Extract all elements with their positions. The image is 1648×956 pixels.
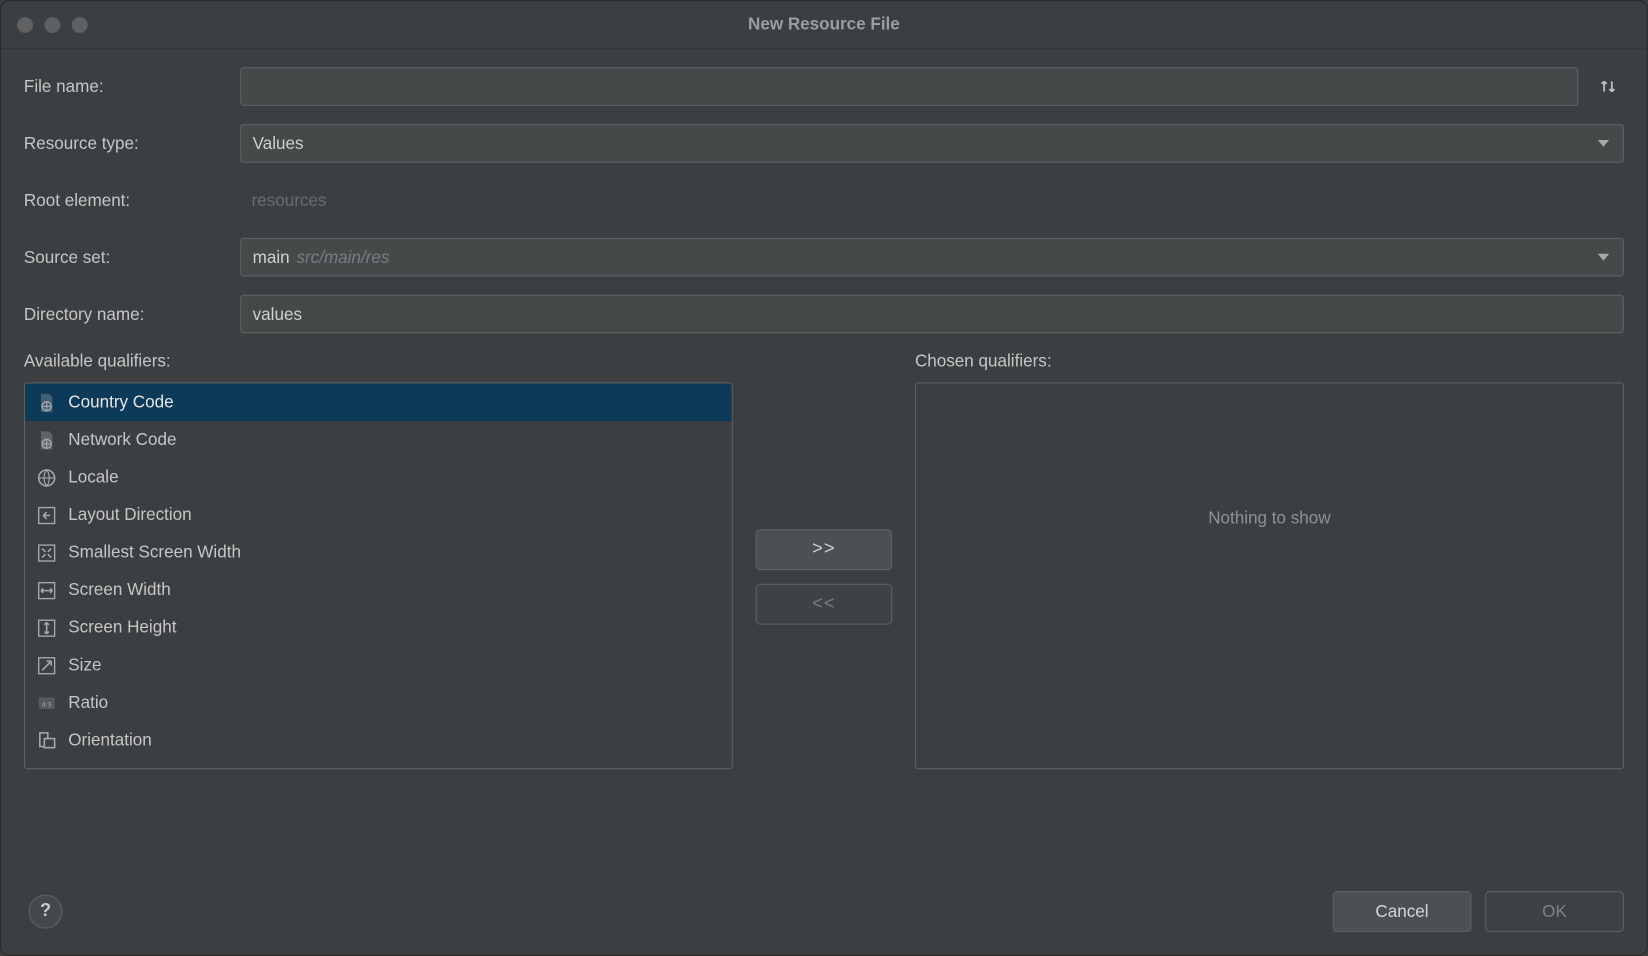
- qualifier-item[interactable]: Smallest Screen Width: [25, 534, 732, 572]
- resource-type-label: Resource type:: [24, 134, 240, 153]
- new-resource-file-dialog: New Resource File File name: Resource ty…: [0, 0, 1648, 956]
- available-qualifiers-label: Available qualifiers:: [24, 352, 733, 371]
- ok-button[interactable]: OK: [1485, 891, 1624, 932]
- dialog-footer: ? Cancel OK: [1, 882, 1647, 955]
- cancel-button[interactable]: Cancel: [1333, 891, 1472, 932]
- resource-type-select[interactable]: Values: [240, 124, 1624, 163]
- qualifier-item[interactable]: Orientation: [25, 721, 732, 759]
- chosen-qualifiers-list[interactable]: Nothing to show: [915, 382, 1624, 769]
- file-name-input-wrap: [240, 67, 1578, 106]
- qualifier-item[interactable]: 4:3 Ratio: [25, 684, 732, 722]
- qualifier-item-label: Smallest Screen Width: [68, 543, 241, 562]
- directory-name-label: Directory name:: [24, 304, 240, 323]
- source-set-label: Source set:: [24, 248, 240, 267]
- qualifier-item[interactable]: Screen Width: [25, 571, 732, 609]
- dialog-body: File name: Resource type: Values Root el…: [1, 49, 1647, 786]
- source-set-select[interactable]: main src/main/res: [240, 238, 1624, 277]
- chosen-qualifiers-label: Chosen qualifiers:: [915, 352, 1624, 371]
- resource-type-value: Values: [253, 134, 304, 153]
- resize-icon: [36, 655, 56, 675]
- file-name-label: File name:: [24, 77, 240, 96]
- dialog-title: New Resource File: [1, 15, 1647, 34]
- qualifier-item[interactable]: Size: [25, 646, 732, 684]
- orient-icon: [36, 730, 56, 750]
- chevron-down-icon: [1598, 254, 1609, 261]
- globe-icon: [36, 467, 56, 487]
- arrows-h-icon: [36, 580, 56, 600]
- source-set-main: main: [253, 248, 290, 267]
- help-button[interactable]: ?: [28, 894, 62, 928]
- chosen-empty-text: Nothing to show: [1208, 509, 1330, 528]
- sort-toggle-button[interactable]: [1592, 71, 1624, 103]
- source-set-sub: src/main/res: [296, 248, 389, 267]
- svg-text:4:3: 4:3: [42, 701, 52, 708]
- directory-name-input-wrap: [240, 295, 1624, 334]
- arrows-v-icon: [36, 617, 56, 637]
- chevron-down-icon: [1598, 140, 1609, 147]
- qualifier-item-label: Screen Width: [68, 580, 170, 599]
- add-qualifier-button[interactable]: >>: [756, 529, 893, 570]
- qualifier-item-label: Screen Height: [68, 618, 176, 637]
- expand-icon: [36, 542, 56, 562]
- qualifier-item-label: Country Code: [68, 393, 173, 412]
- qualifier-item[interactable]: Network Code: [25, 421, 732, 459]
- directory-name-input[interactable]: [253, 304, 1612, 323]
- qualifier-item-label: Network Code: [68, 430, 176, 449]
- globe-doc-icon: [36, 392, 56, 412]
- arrow-left-icon: [36, 505, 56, 525]
- qualifier-item[interactable]: Locale: [25, 459, 732, 497]
- ratio-icon: 4:3: [36, 692, 56, 712]
- file-name-input[interactable]: [253, 77, 1566, 96]
- root-element-value: resources: [240, 181, 1624, 220]
- qualifier-item[interactable]: Country Code: [25, 384, 732, 422]
- qualifier-item-label: Size: [68, 655, 101, 674]
- qualifier-item[interactable]: Layout Direction: [25, 496, 732, 534]
- qualifier-item-label: Orientation: [68, 731, 152, 750]
- qualifier-item-label: Ratio: [68, 693, 108, 712]
- globe-doc-icon: [36, 430, 56, 450]
- root-element-label: Root element:: [24, 191, 240, 210]
- remove-qualifier-button[interactable]: <<: [756, 584, 893, 625]
- qualifier-item[interactable]: Screen Height: [25, 609, 732, 647]
- titlebar: New Resource File: [1, 1, 1647, 49]
- qualifier-item-label: Layout Direction: [68, 505, 191, 524]
- available-qualifiers-list[interactable]: Country Code Network Code Locale Layout Dir…: [24, 382, 733, 769]
- qualifier-item-label: Locale: [68, 468, 118, 487]
